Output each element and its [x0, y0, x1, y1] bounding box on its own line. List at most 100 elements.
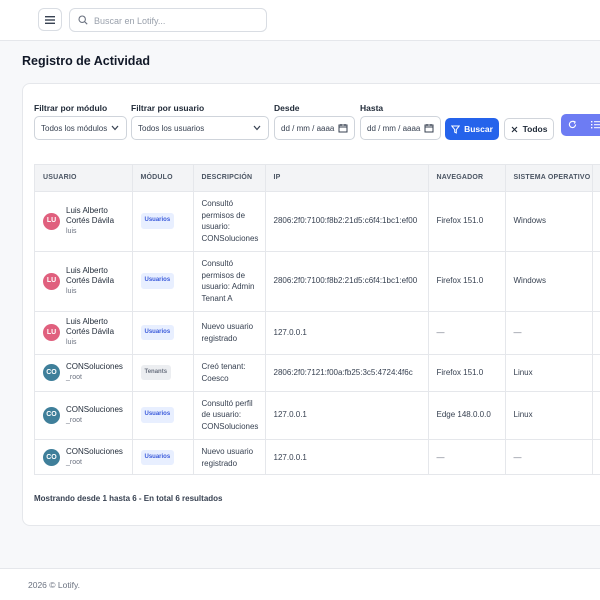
table-row[interactable]: LU Luis Alberto Cortés Dávila luis Usuari…: [35, 251, 600, 312]
search-input[interactable]: [94, 12, 259, 29]
os-cell: Linux: [505, 391, 593, 440]
user-login: _root: [66, 459, 82, 466]
table-row[interactable]: CO CONSoluciones _root Tenants Creó tenan…: [35, 354, 600, 392]
browser-cell: Firefox 151.0: [428, 354, 506, 392]
avatar: LU: [43, 324, 60, 341]
global-search[interactable]: [69, 8, 267, 32]
user-login: _root: [66, 374, 82, 381]
browser-cell: Firefox 151.0: [428, 191, 506, 252]
list-icon[interactable]: [591, 120, 600, 129]
column-header-overflow: [592, 165, 600, 192]
description-cell: Creó tenant: Coesco: [193, 354, 266, 392]
search-icon: [78, 15, 88, 25]
ip-cell: 2806:2f0:7121:f00a:fb25:3c5:4724:4f6c: [265, 354, 429, 392]
table-row[interactable]: CO CONSoluciones _root Usuarios Consultó …: [35, 391, 600, 440]
user-login: luis: [66, 339, 77, 346]
os-cell: Linux: [505, 354, 593, 392]
avatar: CO: [43, 449, 60, 466]
module-filter-value: Todos los módulos: [41, 123, 108, 133]
description-cell: Nuevo usuario registrado: [193, 311, 266, 355]
table-row[interactable]: LU Luis Alberto Cortés Dávila luis Usuari…: [35, 311, 600, 355]
ip-cell: 127.0.0.1: [265, 391, 429, 440]
user-cell: LU Luis Alberto Cortés Dávila luis: [43, 266, 126, 297]
close-icon: [511, 126, 517, 132]
to-date-value: dd / mm / aaaa: [367, 123, 421, 133]
user-login: luis: [66, 227, 77, 235]
user-name: Luis Alberto Cortés Dávila: [66, 265, 115, 285]
module-badge: Usuarios: [140, 213, 175, 229]
browser-cell: Firefox 151.0: [428, 251, 506, 312]
avatar: CO: [43, 406, 60, 424]
ip-cell: 2806:2f0:7100:f8b2:21d5:c6f4:1bc1:ef00: [265, 191, 429, 252]
avatar: LU: [43, 212, 60, 230]
ip-cell: 127.0.0.1: [265, 439, 429, 474]
user-name: CONSoluciones: [66, 362, 123, 371]
menu-button[interactable]: [38, 8, 62, 31]
module-badge: Usuarios: [140, 407, 175, 423]
activity-table: USUARIO MÓDULO DESCRIPCIÓN IP NAVEGADOR …: [34, 164, 600, 475]
column-header-descripcion[interactable]: DESCRIPCIÓN: [193, 165, 266, 192]
column-header-sistema-operativo[interactable]: SISTEMA OPERATIVO: [505, 165, 593, 192]
column-header-modulo[interactable]: MÓDULO: [132, 165, 194, 192]
top-bar: [0, 0, 600, 41]
user-name: CONSoluciones: [66, 447, 123, 456]
user-name: CONSoluciones: [66, 404, 123, 414]
overflow-cell: [592, 191, 600, 252]
chevron-down-icon: [253, 125, 261, 131]
description-cell: Nuevo usuario registrado: [193, 439, 266, 474]
to-date-input[interactable]: dd / mm / aaaa: [360, 116, 441, 140]
hamburger-icon: [45, 15, 55, 24]
search-button-label: Buscar: [464, 124, 493, 134]
os-cell: —: [505, 311, 593, 355]
calendar-icon: [338, 124, 348, 133]
user-cell: CO CONSoluciones _root: [43, 447, 126, 468]
overflow-cell: [592, 354, 600, 392]
table-row[interactable]: LU Luis Alberto Cortés Dávila luis Usuari…: [35, 191, 600, 252]
search-button[interactable]: Buscar: [445, 118, 499, 140]
calendar-icon: [424, 124, 434, 133]
overflow-cell: [592, 251, 600, 312]
pagination-summary: Mostrando desde 1 hasta 6 - En total 6 r…: [34, 494, 223, 503]
module-badge: Usuarios: [140, 449, 175, 466]
footer: 2026 © Lotify.: [0, 568, 600, 600]
from-date-value: dd / mm / aaaa: [281, 123, 335, 133]
browser-cell: Edge 148.0.0.0: [428, 391, 506, 440]
table-row[interactable]: CO CONSoluciones _root Usuarios Nuevo usu…: [35, 439, 600, 474]
user-filter-select[interactable]: Todos los usuarios: [131, 116, 269, 140]
os-cell: Windows: [505, 191, 593, 252]
description-cell: Consultó permisos de usuario: CONSolucio…: [193, 191, 266, 252]
overflow-cell: [592, 391, 600, 440]
user-filter-label: Filtrar por usuario: [131, 103, 205, 113]
clear-filters-button[interactable]: Todos: [504, 118, 554, 140]
from-date-label: Desde: [274, 103, 300, 113]
user-cell: CO CONSoluciones _root: [43, 405, 126, 426]
user-name: Luis Alberto Cortés Dávila: [66, 205, 115, 225]
user-cell: LU Luis Alberto Cortés Dávila luis: [43, 206, 126, 237]
footer-copyright: 2026 © Lotify.: [28, 580, 80, 590]
browser-cell: —: [428, 439, 506, 474]
browser-cell: —: [428, 311, 506, 355]
avatar: LU: [43, 272, 60, 290]
refresh-icon[interactable]: [568, 120, 577, 129]
overflow-cell: [592, 311, 600, 355]
description-cell: Consultó perfil de usuario: CONSolucione…: [193, 391, 266, 440]
user-login: _root: [66, 416, 82, 424]
user-cell: CO CONSoluciones _root: [43, 362, 126, 383]
clear-filters-label: Todos: [522, 124, 548, 134]
module-badge: Tenants: [140, 364, 172, 381]
chevron-down-icon: [111, 125, 119, 131]
module-filter-select[interactable]: Todos los módulos: [34, 116, 127, 140]
column-header-navegador[interactable]: NAVEGADOR: [428, 165, 506, 192]
os-cell: Windows: [505, 251, 593, 312]
from-date-input[interactable]: dd / mm / aaaa: [274, 116, 355, 140]
avatar: CO: [43, 364, 60, 381]
module-filter-label: Filtrar por módulo: [34, 103, 108, 113]
action-button-group: [561, 114, 600, 136]
column-header-usuario[interactable]: USUARIO: [35, 165, 133, 192]
user-name: Luis Alberto Cortés Dávila: [66, 317, 115, 336]
ip-cell: 2806:2f0:7100:f8b2:21d5:c6f4:1bc1:ef00: [265, 251, 429, 312]
to-date-label: Hasta: [360, 103, 384, 113]
user-filter-value: Todos los usuarios: [138, 123, 205, 133]
column-header-ip[interactable]: IP: [265, 165, 429, 192]
page-title: Registro de Actividad: [22, 54, 151, 68]
